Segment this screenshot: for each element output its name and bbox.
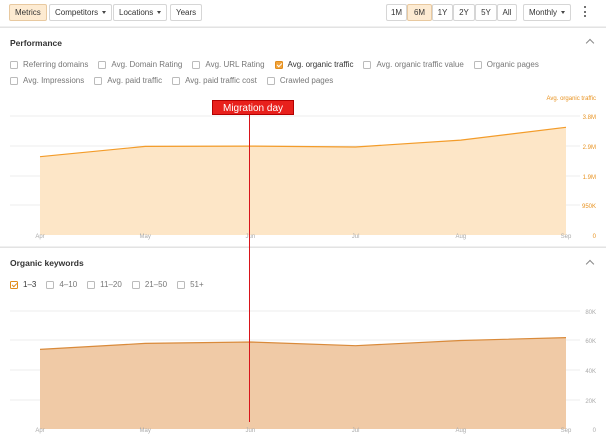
checkbox-organic-pages[interactable]: Organic pages — [473, 60, 539, 69]
checkbox-box — [94, 76, 103, 85]
chevron-down-icon — [561, 11, 566, 15]
more-options-icon[interactable] — [582, 6, 590, 18]
checkbox-box — [177, 280, 186, 289]
checkbox-referring-domains[interactable]: Referring domains — [10, 60, 88, 69]
range-1y-button[interactable]: 1Y — [432, 4, 453, 21]
checkbox-label: 4–10 — [59, 280, 78, 289]
checkbox-box — [10, 76, 18, 85]
checkbox-position-11-20[interactable]: 11–20 — [87, 280, 122, 289]
range-2y-label: 2Y — [459, 8, 469, 17]
checkbox-label: Avg. paid traffic — [107, 76, 163, 85]
tab-years-label: Years — [176, 8, 197, 17]
toolbar: Metrics Competitors Locations Years 1M 6… — [0, 0, 606, 26]
checkbox-label: Avg. organic traffic — [287, 60, 354, 69]
range-1m-label: 1M — [390, 8, 403, 17]
interval-dropdown[interactable]: Monthly — [523, 4, 572, 21]
range-5y-label: 5Y — [481, 8, 491, 17]
checkbox-avg-paid-traffic[interactable]: Avg. paid traffic — [94, 76, 162, 85]
checkbox-box — [266, 76, 275, 85]
range-5y-button[interactable]: 5Y — [475, 4, 497, 21]
checkbox-label: Avg. paid traffic cost — [185, 76, 257, 85]
performance-title: Performance — [10, 38, 62, 48]
performance-panel: Performance Referring domains Avg. Domai… — [0, 27, 606, 246]
checkbox-avg-organic-traffic-value[interactable]: Avg. organic traffic value — [363, 60, 464, 69]
checkbox-label: Avg. organic traffic value — [376, 60, 464, 69]
range-2y-button[interactable]: 2Y — [453, 4, 475, 21]
chevron-up-icon[interactable] — [585, 38, 595, 48]
tab-years[interactable]: Years — [170, 4, 203, 21]
range-all-label: All — [502, 8, 512, 17]
migration-day-line — [249, 115, 251, 422]
checkbox-box — [172, 76, 181, 85]
checkmark-icon — [10, 280, 18, 289]
checkbox-position-21-50[interactable]: 21–50 — [131, 280, 168, 289]
checkbox-avg-domain-rating[interactable]: Avg. Domain Rating — [98, 60, 182, 69]
checkbox-label: 51+ — [190, 280, 204, 289]
checkbox-avg-url-rating[interactable]: Avg. URL Rating — [192, 60, 265, 69]
checkbox-box — [10, 60, 18, 69]
checkbox-label: Crawled pages — [279, 76, 334, 85]
range-6m-label: 6M — [413, 8, 426, 17]
competitors-label: Competitors — [55, 8, 99, 17]
range-1m-button[interactable]: 1M — [386, 4, 407, 21]
checkmark-icon — [274, 60, 283, 69]
chevron-down-icon — [157, 11, 162, 15]
checkbox-avg-organic-traffic[interactable]: Avg. organic traffic — [274, 60, 354, 69]
checkbox-position-1-3[interactable]: 1–3 — [10, 280, 36, 289]
interval-label: Monthly — [529, 8, 558, 17]
checkbox-avg-impressions[interactable]: Avg. Impressions — [10, 76, 84, 85]
locations-label: Locations — [119, 8, 154, 17]
checkbox-position-4-10[interactable]: 4–10 — [46, 280, 77, 289]
checkbox-label: 21–50 — [144, 280, 168, 289]
chevron-down-icon — [102, 11, 107, 15]
organic-keywords-title: Organic keywords — [10, 258, 84, 268]
locations-dropdown[interactable]: Locations — [113, 4, 168, 21]
checkbox-label: Avg. Impressions — [23, 76, 85, 85]
tab-metrics[interactable]: Metrics — [9, 4, 47, 21]
competitors-dropdown[interactable]: Competitors — [49, 4, 113, 21]
checkbox-label: Avg. Domain Rating — [111, 60, 183, 69]
checkbox-box — [87, 280, 96, 289]
checkbox-position-51-plus[interactable]: 51+ — [177, 280, 204, 289]
checkbox-box — [192, 60, 201, 69]
checkbox-label: Referring domains — [23, 60, 89, 69]
range-6m-button[interactable]: 6M — [407, 4, 432, 21]
checkbox-box — [98, 60, 107, 69]
checkbox-avg-paid-traffic-cost[interactable]: Avg. paid traffic cost — [172, 76, 257, 85]
checkbox-label: Avg. URL Rating — [205, 60, 265, 69]
performance-checkbox-row-2: Avg. Impressions Avg. paid traffic Avg. … — [10, 76, 343, 85]
migration-day-label: Migration day — [212, 100, 294, 115]
range-1y-label: 1Y — [437, 8, 448, 17]
organic-keywords-panel: Organic keywords 1–3 4–10 11–20 21–50 51… — [0, 247, 606, 442]
checkbox-box — [46, 280, 55, 289]
checkbox-box — [363, 60, 372, 69]
tab-metrics-label: Metrics — [15, 8, 41, 17]
range-all-button[interactable]: All — [497, 4, 517, 21]
checkbox-box — [473, 60, 482, 69]
checkbox-label: Organic pages — [486, 60, 539, 69]
chevron-up-icon[interactable] — [585, 259, 595, 269]
checkbox-box — [131, 280, 140, 289]
keywords-checkbox-row: 1–3 4–10 11–20 21–50 51+ — [10, 280, 214, 289]
performance-checkbox-row-1: Referring domains Avg. Domain Rating Avg… — [10, 60, 549, 69]
checkbox-label: 1–3 — [23, 280, 37, 289]
checkbox-label: 11–20 — [100, 280, 122, 289]
checkbox-crawled-pages[interactable]: Crawled pages — [266, 76, 334, 85]
